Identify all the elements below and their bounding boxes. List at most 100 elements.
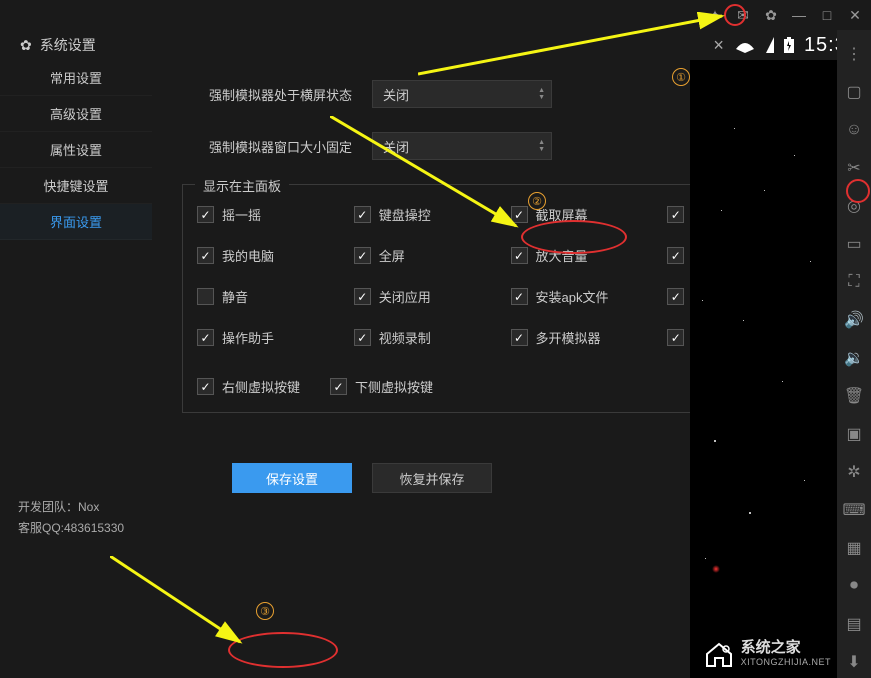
keyboard-icon[interactable]: ⌨: [844, 500, 864, 520]
checkbox-icon: [354, 288, 371, 305]
panel-checkbox-8[interactable]: 静音: [197, 287, 346, 306]
checkbox-label: 键盘操控: [379, 205, 431, 224]
menu-icon[interactable]: ⋮: [844, 44, 864, 64]
select-value: 关闭: [383, 137, 409, 156]
checkbox-icon: [667, 247, 684, 264]
window-titlebar: ✦ ✉ ✿ — □ ✕: [0, 0, 871, 30]
signal-icon: [766, 37, 774, 53]
vk-bottom-checkbox[interactable]: 下侧虚拟按键: [330, 377, 433, 396]
checkbox-label: 截取屏幕: [536, 205, 588, 224]
wifi-icon: [734, 37, 756, 53]
maximize-icon[interactable]: □: [819, 7, 835, 23]
panel-checkbox-2[interactable]: 截取屏幕: [511, 205, 660, 224]
watermark-cn: 系统之家: [741, 639, 831, 657]
checkbox-label: 摇一摇: [222, 205, 261, 224]
checkbox-label: 操作助手: [222, 328, 274, 347]
sidebar-item-label: 界面设置: [50, 212, 102, 231]
panel-checkbox-6[interactable]: 放大音量: [511, 246, 660, 265]
sidebar-item-common[interactable]: 常用设置: [0, 60, 152, 96]
panel-checkbox-0[interactable]: 摇一摇: [197, 205, 346, 224]
sidebar-item-label: 快捷键设置: [43, 176, 108, 195]
checkbox-label: 我的电脑: [222, 246, 274, 265]
display-icon[interactable]: ▭: [844, 234, 864, 254]
dev-team-label: 开发团队：Nox: [18, 497, 134, 517]
checkbox-label: 关闭应用: [379, 287, 431, 306]
checkbox-label: 全屏: [379, 246, 405, 265]
landscape-select[interactable]: 关闭 ▲▼: [372, 80, 552, 108]
panel-checkbox-5[interactable]: 全屏: [354, 246, 503, 265]
watermark-en: XITONGZHIJIA.NET: [741, 657, 831, 668]
close-dialog-icon[interactable]: ×: [713, 35, 724, 56]
watermark-logo-icon: [703, 640, 735, 668]
volume-up-icon[interactable]: 🔊: [844, 310, 864, 330]
sidebar-item-label: 高级设置: [50, 104, 102, 123]
record-icon[interactable]: ⏺: [844, 576, 864, 596]
fullscreen-icon[interactable]: ⛶: [844, 272, 864, 292]
apk-icon[interactable]: ▣: [844, 424, 864, 444]
panel-checkbox-10[interactable]: 安装apk文件: [511, 287, 660, 306]
support-qq-label: 客服QQ:483615330: [18, 518, 134, 538]
button-label: 恢复并保存: [399, 469, 464, 488]
checkbox-label: 下侧虚拟按键: [355, 377, 433, 396]
landscape-label: 强制模拟器处于横屏状态: [182, 85, 352, 104]
checkbox-icon: [511, 206, 528, 223]
pin-icon[interactable]: ✦: [707, 7, 723, 23]
checkbox-label: 视频录制: [379, 328, 431, 347]
panel-checkbox-1[interactable]: 键盘操控: [354, 205, 503, 224]
windowsize-label: 强制模拟器窗口大小固定: [182, 137, 352, 156]
watermark: 系统之家 XITONGZHIJIA.NET: [703, 639, 831, 668]
checkbox-label: 多开模拟器: [536, 328, 601, 347]
panel-checkbox-9[interactable]: 关闭应用: [354, 287, 503, 306]
right-toolbar: ⋮ ▢ ☺ ✂ ◎ ▭ ⛶ 🔊 🔉 🗑 ▣ ✲ ⌨ ▦ ⏺ ▤ ⬇: [837, 30, 871, 678]
save-button[interactable]: 保存设置: [232, 463, 352, 493]
checkbox-icon: [197, 206, 214, 223]
sidebar-item-label: 属性设置: [50, 140, 102, 159]
panel-checkbox-14[interactable]: 多开模拟器: [511, 328, 660, 347]
checkbox-icon: [511, 247, 528, 264]
panel-checkbox-4[interactable]: 我的电脑: [197, 246, 346, 265]
gallery-icon[interactable]: ▤: [844, 614, 864, 634]
phone-icon[interactable]: ▢: [844, 82, 864, 102]
sidebar-item-advanced[interactable]: 高级设置: [0, 96, 152, 132]
scissors-icon[interactable]: ✂: [844, 158, 864, 178]
panel-checkbox-12[interactable]: 操作助手: [197, 328, 346, 347]
checkbox-label: 安装apk文件: [536, 287, 609, 306]
checkbox-label: 右侧虚拟按键: [222, 377, 300, 396]
sidebar-footer: 开发团队：Nox 客服QQ:483615330: [0, 487, 152, 678]
robot-icon[interactable]: ☺: [844, 120, 864, 140]
vk-right-checkbox[interactable]: 右侧虚拟按键: [197, 377, 300, 396]
checkbox-icon: [197, 247, 214, 264]
location-icon[interactable]: ◎: [844, 196, 864, 216]
brightness-icon[interactable]: ✲: [844, 462, 864, 482]
spinner-icon: ▲▼: [538, 139, 545, 153]
checkbox-icon: [197, 288, 214, 305]
checkbox-icon: [511, 288, 528, 305]
gear-icon: ✿: [20, 37, 32, 54]
volume-down-icon[interactable]: 🔉: [844, 348, 864, 368]
checkbox-icon: [354, 329, 371, 346]
fieldset-legend: 显示在主面板: [195, 176, 289, 195]
minimize-icon[interactable]: —: [791, 7, 807, 23]
trash-icon[interactable]: 🗑: [844, 386, 864, 406]
checkbox-icon: [197, 329, 214, 346]
windowsize-select[interactable]: 关闭 ▲▼: [372, 132, 552, 160]
sidebar-item-property[interactable]: 属性设置: [0, 132, 152, 168]
checkbox-icon: [354, 247, 371, 264]
sidebar-item-shortcut[interactable]: 快捷键设置: [0, 168, 152, 204]
checkbox-icon: [667, 288, 684, 305]
close-window-icon[interactable]: ✕: [847, 7, 863, 23]
screenshot-icon[interactable]: ▦: [844, 538, 864, 558]
settings-icon[interactable]: ✿: [763, 7, 779, 23]
checkbox-icon: [330, 378, 347, 395]
restore-button[interactable]: 恢复并保存: [372, 463, 492, 493]
panel-checkbox-13[interactable]: 视频录制: [354, 328, 503, 347]
battery-icon: [784, 37, 794, 53]
select-value: 关闭: [383, 85, 409, 104]
download-icon[interactable]: ⬇: [844, 652, 864, 672]
emulator-preview: [690, 60, 837, 678]
spinner-icon: ▲▼: [538, 87, 545, 101]
checkbox-icon: [354, 206, 371, 223]
sidebar-item-interface[interactable]: 界面设置: [0, 204, 152, 240]
sidebar-item-label: 常用设置: [50, 68, 102, 87]
mail-icon[interactable]: ✉: [735, 7, 751, 23]
